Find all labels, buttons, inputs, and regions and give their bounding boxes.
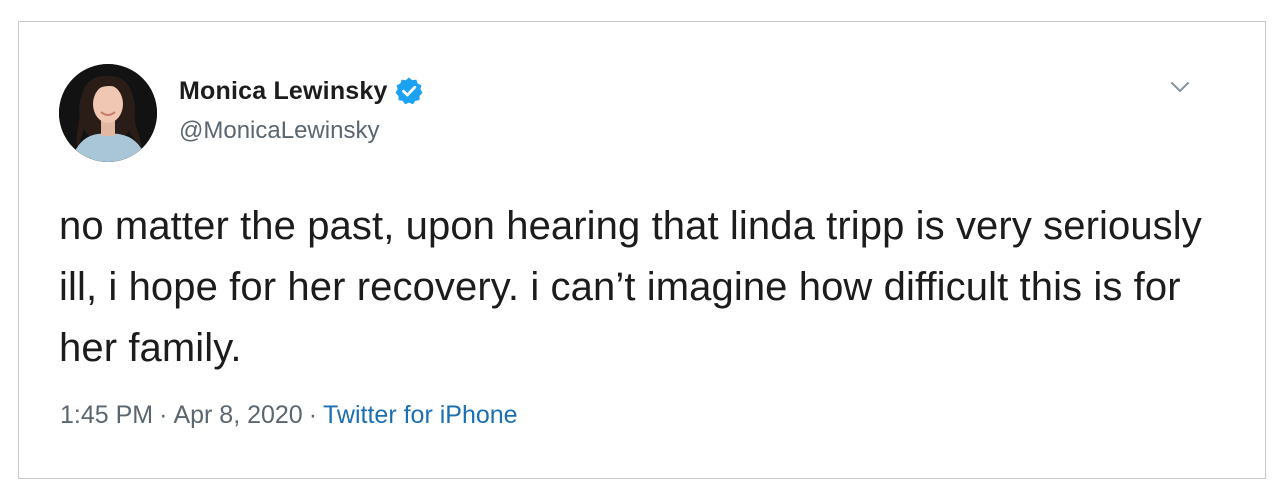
tweet-card: Monica Lewinsky @MonicaLewinsky no matte…	[18, 21, 1266, 479]
separator-dot: ·	[159, 401, 168, 429]
author-name-row: Monica Lewinsky	[179, 76, 424, 106]
separator-dot: ·	[308, 401, 318, 429]
avatar[interactable]	[59, 64, 157, 162]
chevron-down-icon[interactable]	[1167, 74, 1193, 100]
verified-badge-icon	[394, 76, 424, 106]
tweet-metadata: 1:45 PM · Apr 8, 2020 · Twitter for iPhone	[60, 401, 518, 430]
tweet-date[interactable]: Apr 8, 2020	[173, 401, 302, 429]
display-name[interactable]: Monica Lewinsky	[179, 77, 388, 106]
tweet-text: no matter the past, upon hearing that li…	[59, 204, 1202, 370]
tweet-source-link[interactable]: Twitter for iPhone	[323, 401, 518, 429]
user-handle[interactable]: @MonicaLewinsky	[179, 117, 379, 145]
tweet-time[interactable]: 1:45 PM	[60, 401, 153, 429]
